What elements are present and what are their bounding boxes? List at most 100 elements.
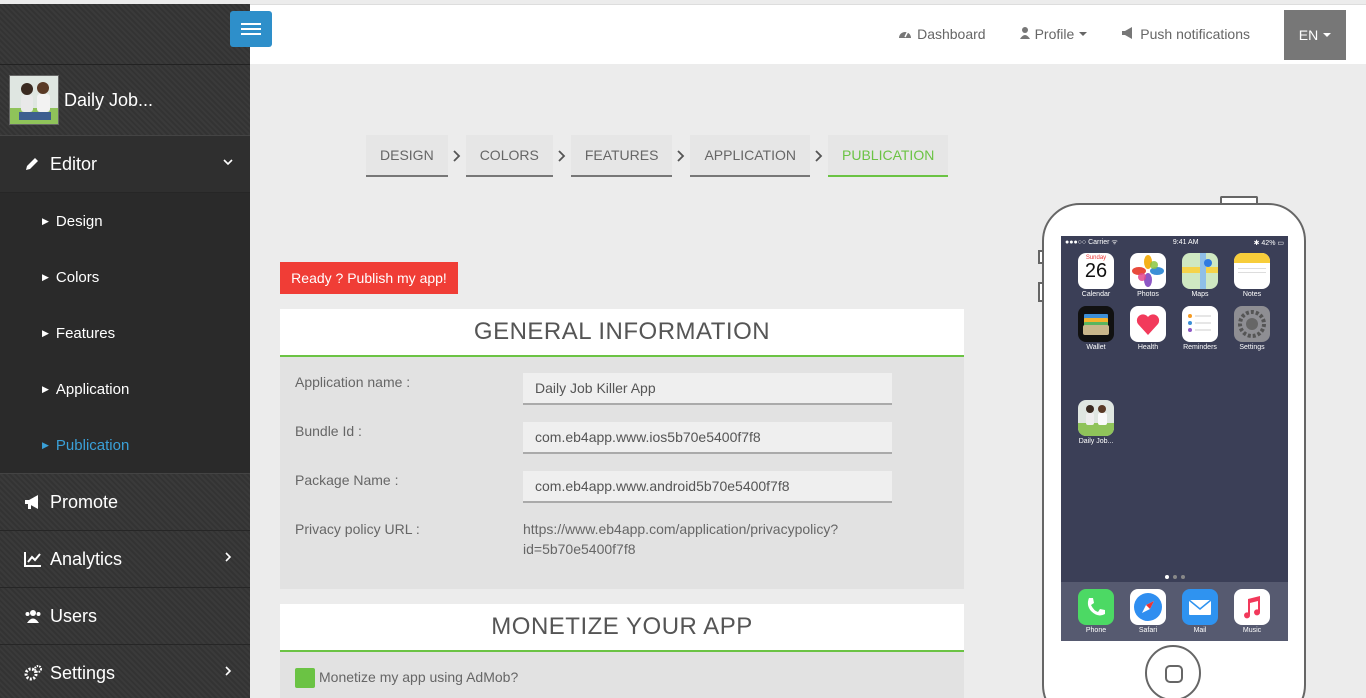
music-note-icon (1234, 589, 1270, 625)
editor-submenu: ▶ Design ▶ Colors ▶ Features ▶ Applicati… (0, 193, 250, 474)
chevron-right-icon (672, 150, 690, 162)
app-wallet: Wallet (1076, 306, 1116, 351)
sidebar-item-label: Users (50, 605, 98, 626)
app-label: Phone (1085, 627, 1107, 634)
admob-label: Monetize my app using AdMob? (319, 669, 519, 685)
sidebar-item-users[interactable]: Users (0, 588, 250, 645)
step-publication[interactable]: PUBLICATION (828, 135, 949, 177)
cogs-icon (24, 665, 44, 681)
hamburger-icon-bar (241, 33, 261, 35)
app-label: Safari (1138, 627, 1158, 634)
caret-right-icon: ▶ (42, 215, 49, 226)
submenu-label: Colors (55, 268, 100, 286)
general-information-title: GENERAL INFORMATION (280, 309, 964, 357)
home-button-square (1165, 665, 1183, 683)
app-label: Daily Job... (1078, 438, 1114, 445)
chevron-right-icon (553, 150, 571, 162)
app-label: Calendar (1081, 291, 1111, 298)
sidebar-top (0, 4, 250, 65)
sidebar-item-analytics[interactable]: Analytics (0, 531, 250, 588)
push-notifications-link[interactable]: Push notifications (1121, 26, 1250, 42)
hamburger-icon-bar (241, 28, 261, 30)
caret-right-icon: ▶ (42, 327, 49, 338)
daily-job-app-icon (1078, 400, 1114, 436)
submenu-label: Design (55, 212, 103, 230)
admob-checkbox[interactable] (295, 668, 315, 688)
sidebar-item-promote[interactable]: Promote (0, 474, 250, 531)
app-label: Mail (1193, 627, 1207, 634)
step-features[interactable]: FEATURES (570, 135, 673, 177)
app-daily-job: Daily Job... (1076, 400, 1116, 445)
application-name-input[interactable] (523, 373, 892, 405)
reminders-icon (1182, 306, 1218, 342)
publish-app-button[interactable]: Ready ? Publish my app! (280, 262, 458, 294)
app-maps: Maps (1180, 253, 1220, 298)
pencil-icon (24, 156, 44, 172)
sidebar-item-settings[interactable]: Settings (0, 645, 250, 698)
submenu-item-colors[interactable]: ▶ Colors (0, 249, 250, 305)
profile-label: Profile (1034, 26, 1075, 42)
submenu-item-application[interactable]: ▶ Application (0, 361, 250, 417)
app-photos: Photos (1128, 253, 1168, 298)
users-icon (24, 608, 44, 624)
app-mail: Mail (1180, 589, 1220, 634)
page-dot (1172, 575, 1177, 579)
safari-compass-icon (1130, 589, 1166, 625)
monetize-panel: Monetize my app using AdMob? (280, 652, 964, 698)
clock-label: 9:41 AM (1172, 239, 1199, 246)
app-phone: Phone (1076, 589, 1116, 634)
language-label: EN (1298, 27, 1319, 43)
page-dot (1180, 575, 1185, 579)
app-label: Maps (1191, 291, 1209, 298)
caret-right-icon: ▶ (42, 271, 49, 282)
maps-icon (1182, 253, 1218, 289)
menu-toggle-button[interactable] (230, 11, 272, 47)
submenu-item-features[interactable]: ▶ Features (0, 305, 250, 361)
language-dropdown[interactable]: EN (1284, 10, 1346, 60)
phone-icon (1078, 589, 1114, 625)
dashboard-label: Dashboard (917, 26, 986, 42)
calendar-date: 26 (1084, 260, 1108, 282)
application-name-label: Application name : (295, 374, 411, 390)
profile-dropdown[interactable]: Profile (1019, 26, 1088, 42)
submenu-label: Application (55, 380, 130, 398)
submenu-item-publication[interactable]: ▶ Publication (0, 417, 250, 473)
chevron-down-icon (222, 155, 234, 173)
app-label: Music (1242, 627, 1262, 634)
page-indicator (1061, 575, 1288, 579)
app-reminders: Reminders (1180, 306, 1220, 351)
sidebar-item-label: Settings (50, 662, 116, 683)
app-safari: Safari (1128, 589, 1168, 634)
line-chart-icon (24, 551, 44, 567)
app-health: Health (1128, 306, 1168, 351)
app-label: Photos (1137, 291, 1159, 298)
bullhorn-icon (24, 494, 44, 510)
app-music: Music (1232, 589, 1272, 634)
submenu-label: Publication (55, 436, 130, 454)
app-settings: Settings (1232, 306, 1272, 351)
step-design[interactable]: DESIGN (366, 135, 448, 177)
app-label: Settings (1239, 344, 1265, 351)
step-colors[interactable]: COLORS (465, 135, 553, 177)
app-thumbnail (9, 75, 59, 125)
bullhorn-icon (1121, 26, 1135, 42)
submenu-item-design[interactable]: ▶ Design (0, 193, 250, 249)
app-name: Daily Job... (64, 89, 154, 110)
dashboard-link[interactable]: Dashboard (898, 26, 986, 42)
push-notifications-label: Push notifications (1140, 26, 1250, 42)
caret-down-icon (1323, 33, 1332, 37)
package-name-input[interactable] (523, 471, 892, 503)
app-label: Wallet (1086, 344, 1106, 351)
bundle-id-input[interactable] (523, 422, 892, 454)
settings-gear-icon (1234, 306, 1270, 342)
app-notes: Notes (1232, 253, 1272, 298)
step-application[interactable]: APPLICATION (690, 135, 810, 177)
app-selector[interactable]: Daily Job... (0, 65, 250, 136)
privacy-policy-url[interactable]: https://www.eb4app.com/application/priva… (523, 519, 863, 559)
sidebar-item-label: Analytics (50, 548, 123, 569)
phone-status-bar: ●●●○○ Carrier ᯤ 9:41 AM ✱ 42% ▭ (1061, 236, 1288, 249)
sidebar: Daily Job... Editor ▶ Design ▶ Colors ▶ … (0, 4, 250, 698)
monetize-title: MONETIZE YOUR APP (280, 604, 964, 652)
dashboard-icon (898, 26, 912, 42)
sidebar-item-editor[interactable]: Editor (0, 136, 250, 193)
